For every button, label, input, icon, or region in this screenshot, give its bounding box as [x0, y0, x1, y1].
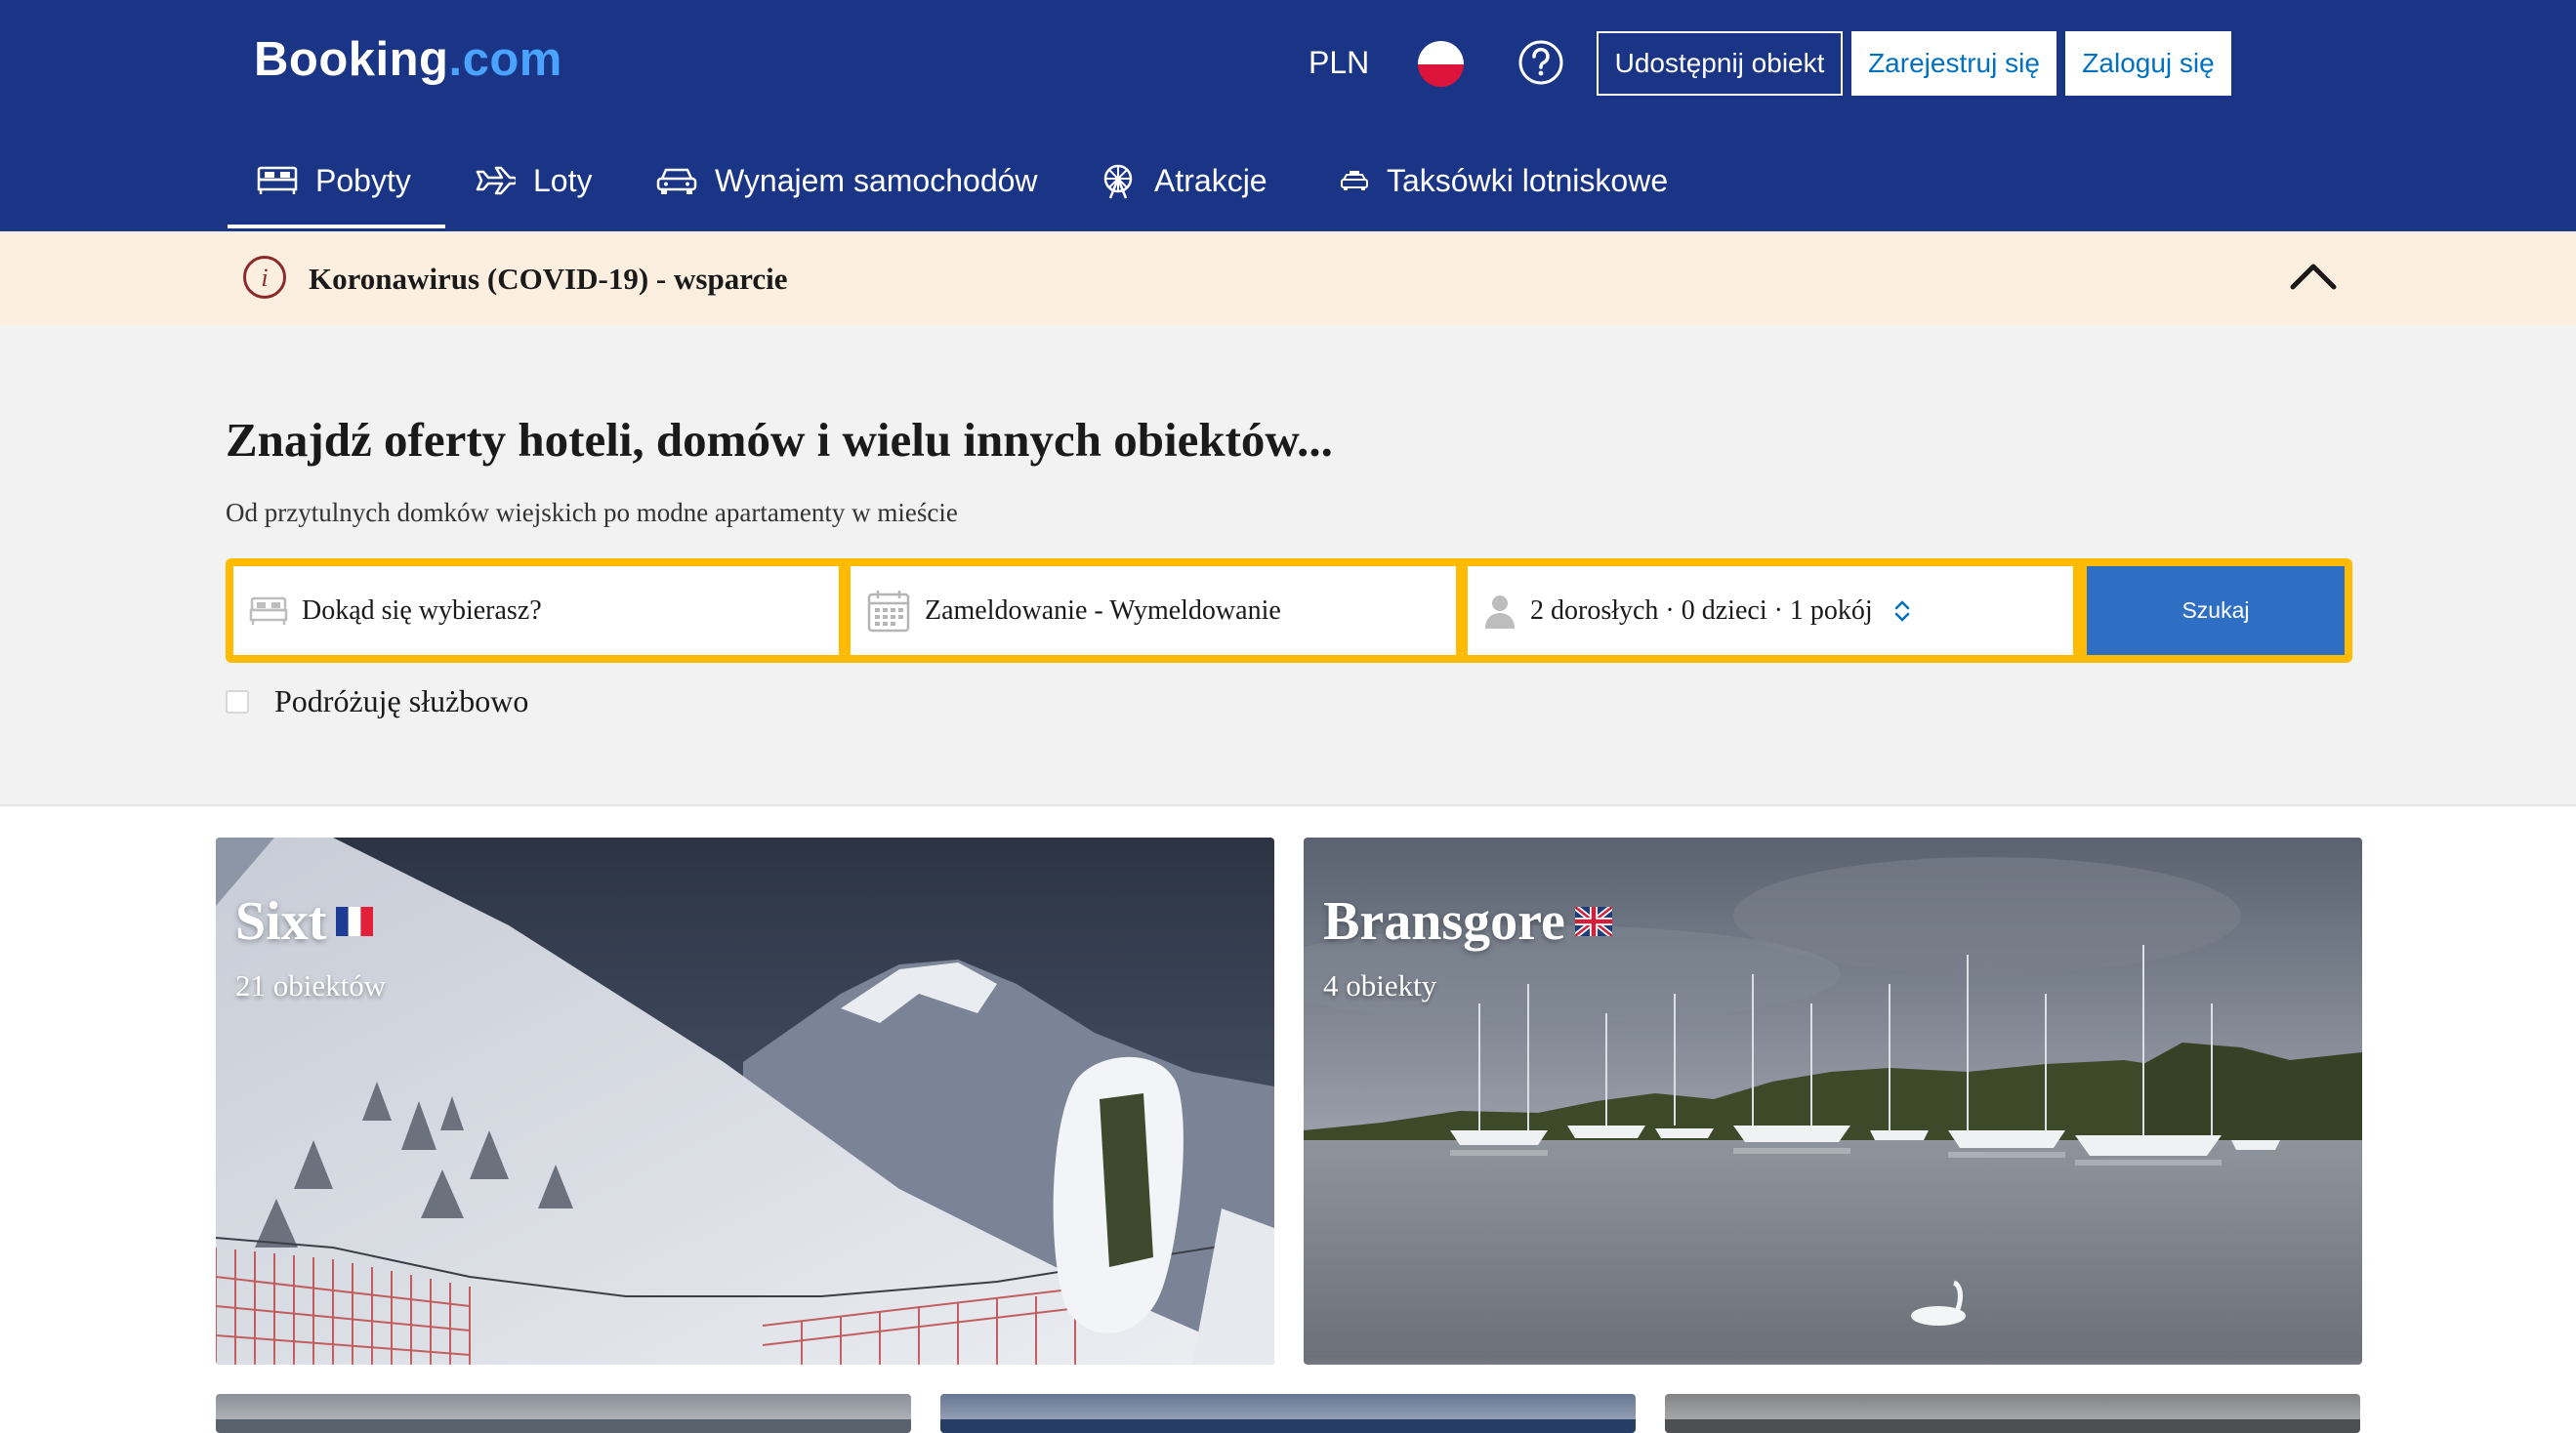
currency-selector[interactable]: PLN [1309, 45, 1369, 81]
destination-photo [216, 838, 1274, 1365]
ferris-wheel-icon [1103, 164, 1133, 199]
destination-title: Bransgore [1323, 890, 1612, 953]
logo-suffix: .com [448, 33, 562, 86]
list-property-button[interactable]: Udostępnij obiekt [1597, 31, 1843, 96]
guests-label: 2 dorosłych · 0 dzieci · 1 pokój [1530, 594, 1873, 626]
calendar-icon [867, 590, 910, 632]
france-flag-icon [336, 907, 374, 936]
info-icon: i [243, 256, 286, 299]
active-tab-indicator [228, 225, 445, 228]
svg-text:i: i [261, 264, 268, 292]
nav-tab-label: Taksówki lotniskowe [1387, 162, 1669, 198]
register-button[interactable]: Zarejestruj się [1851, 31, 2057, 96]
dates-picker[interactable]: Zameldowanie - Wymeldowanie [851, 566, 1456, 655]
property-count: 21 obiektów [235, 968, 387, 1003]
nav-tab-attractions[interactable]: Atrakcje [1100, 154, 1267, 207]
destination-input[interactable]: Dokąd się wybierasz? [233, 566, 839, 655]
nav-tab-car-rental[interactable]: Wynajem samochodów [656, 154, 1038, 207]
business-trip-checkbox[interactable] [226, 689, 249, 714]
page-fade [0, 1357, 2576, 1419]
page-title: Znajdź oferty hoteli, domów i wielu inny… [226, 413, 1333, 467]
business-trip-option[interactable]: Podróżuję służbowo [226, 683, 528, 719]
nav-tab-flights[interactable]: Loty [475, 154, 592, 207]
plane-icon [476, 166, 516, 195]
destination-title: Sixt [235, 890, 374, 953]
language-flag-icon[interactable] [1418, 41, 1464, 87]
destination-placeholder: Dokąd się wybierasz? [302, 594, 542, 626]
destination-name: Bransgore [1323, 891, 1565, 952]
chevron-up-icon[interactable] [2289, 262, 2338, 291]
destination-name: Sixt [235, 891, 327, 952]
nav-tab-label: Atrakcje [1154, 162, 1267, 198]
nav-tab-stays[interactable]: Pobyty [257, 154, 411, 207]
bed-icon [257, 166, 298, 194]
logo-main: Booking [254, 33, 449, 86]
guests-selector[interactable]: 2 dorosłych · 0 dzieci · 1 pokój [1468, 566, 2073, 655]
uk-flag-icon [1574, 907, 1612, 936]
business-trip-label: Podróżuję służbowo [274, 683, 529, 718]
search-bar: Dokąd się wybierasz? Zameldowanie - Wyme… [226, 558, 2352, 663]
covid-banner-text[interactable]: Koronawirus (COVID-19) - wsparcie [309, 262, 788, 297]
nav-tab-label: Loty [533, 162, 593, 198]
taxi-icon [1341, 171, 1368, 190]
booking-logo[interactable]: Booking.com [254, 32, 562, 87]
destination-card-sixt[interactable]: Sixt 21 obiektów [216, 838, 1274, 1365]
chevron-up-down-icon [1894, 599, 1909, 622]
nav-tab-label: Wynajem samochodów [715, 162, 1038, 198]
bed-icon [249, 596, 288, 625]
nav-tab-label: Pobyty [315, 162, 411, 198]
dates-label: Zameldowanie - Wymeldowanie [925, 594, 1281, 626]
property-count: 4 obiekty [1323, 968, 1437, 1003]
nav-tab-airport-taxis[interactable]: Taksówki lotniskowe [1340, 154, 1668, 207]
search-button[interactable]: Szukaj [2087, 566, 2345, 655]
top-header: Booking.com PLN Udostępnij obiekt Zareje… [0, 0, 2576, 231]
help-icon[interactable] [1517, 39, 1564, 86]
car-icon [656, 168, 697, 194]
page-subtitle: Od przytulnych domków wiejskich po modne… [226, 498, 958, 527]
login-button[interactable]: Zaloguj się [2065, 31, 2231, 96]
destination-card-bransgore[interactable]: Bransgore 4 obiekty [1304, 838, 2362, 1365]
person-icon [1485, 594, 1515, 629]
